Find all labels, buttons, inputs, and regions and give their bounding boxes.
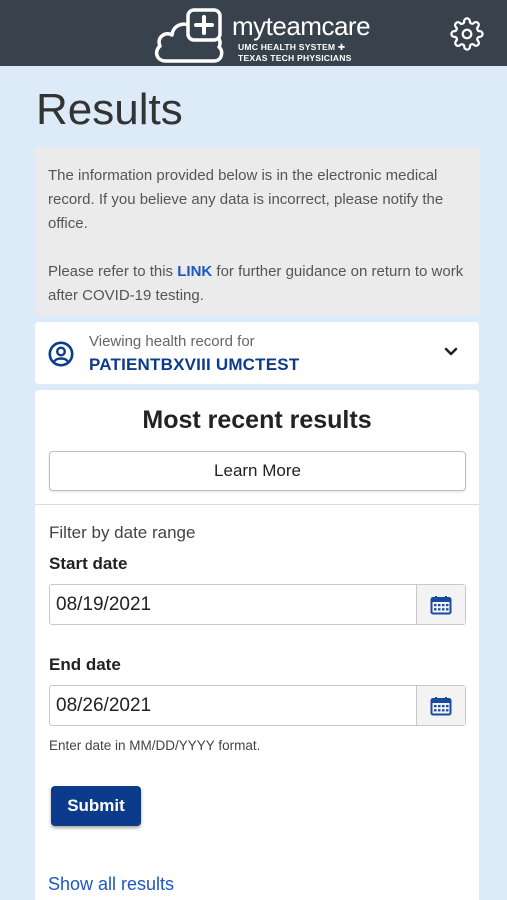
user-circle-icon [48, 341, 74, 367]
settings-gear-icon[interactable] [450, 17, 484, 51]
end-date-label: End date [49, 655, 121, 674]
brand-line-1: UMC HEALTH SYSTEM ✚ [238, 42, 346, 52]
calendar-icon [430, 696, 452, 715]
brand-line-2: TEXAS TECH PHYSICIANS [238, 53, 352, 63]
date-format-hint: Enter date in MM/DD/YYYY format. [49, 738, 261, 753]
patient-name: PATIENTBXVIII UMCTEST [89, 355, 300, 374]
end-date-input[interactable] [50, 686, 416, 725]
start-date-calendar-button[interactable] [416, 585, 465, 624]
filter-label: Filter by date range [49, 523, 196, 542]
page-title: Results [36, 85, 183, 134]
notice-covid-text: Please refer to this LINK for further gu… [48, 260, 465, 308]
myteamcare-logo[interactable]: myteamcare UMC HEALTH SYSTEM ✚ TEXAS TEC… [152, 7, 371, 63]
start-date-input[interactable] [50, 585, 416, 624]
app-header: myteamcare UMC HEALTH SYSTEM ✚ TEXAS TEC… [0, 0, 507, 66]
viewing-label: Viewing health record for [89, 333, 255, 350]
start-date-label: Start date [49, 554, 128, 573]
start-date-group [49, 584, 466, 625]
end-date-group [49, 685, 466, 726]
end-date-calendar-button[interactable] [416, 686, 465, 725]
chevron-down-icon [444, 347, 458, 356]
patient-selector[interactable]: Viewing health record for PATIENTBXVIII … [35, 322, 479, 384]
results-panel: Most recent results Learn More Filter by… [35, 390, 479, 900]
submit-button[interactable]: Submit [51, 786, 141, 826]
notice-text-before-link: Please refer to this [48, 263, 178, 280]
notice-box: The information provided below is in the… [35, 148, 479, 315]
show-all-results-link[interactable]: Show all results [48, 874, 174, 895]
calendar-icon [430, 595, 452, 614]
cloud-plus-icon [154, 8, 224, 63]
guidance-link[interactable]: LINK [177, 263, 212, 280]
notice-text: The information provided below is in the… [48, 167, 444, 232]
divider [35, 504, 479, 505]
results-title: Most recent results [142, 406, 372, 434]
brand-name: myteamcare [232, 11, 371, 41]
learn-more-button[interactable]: Learn More [49, 451, 466, 491]
